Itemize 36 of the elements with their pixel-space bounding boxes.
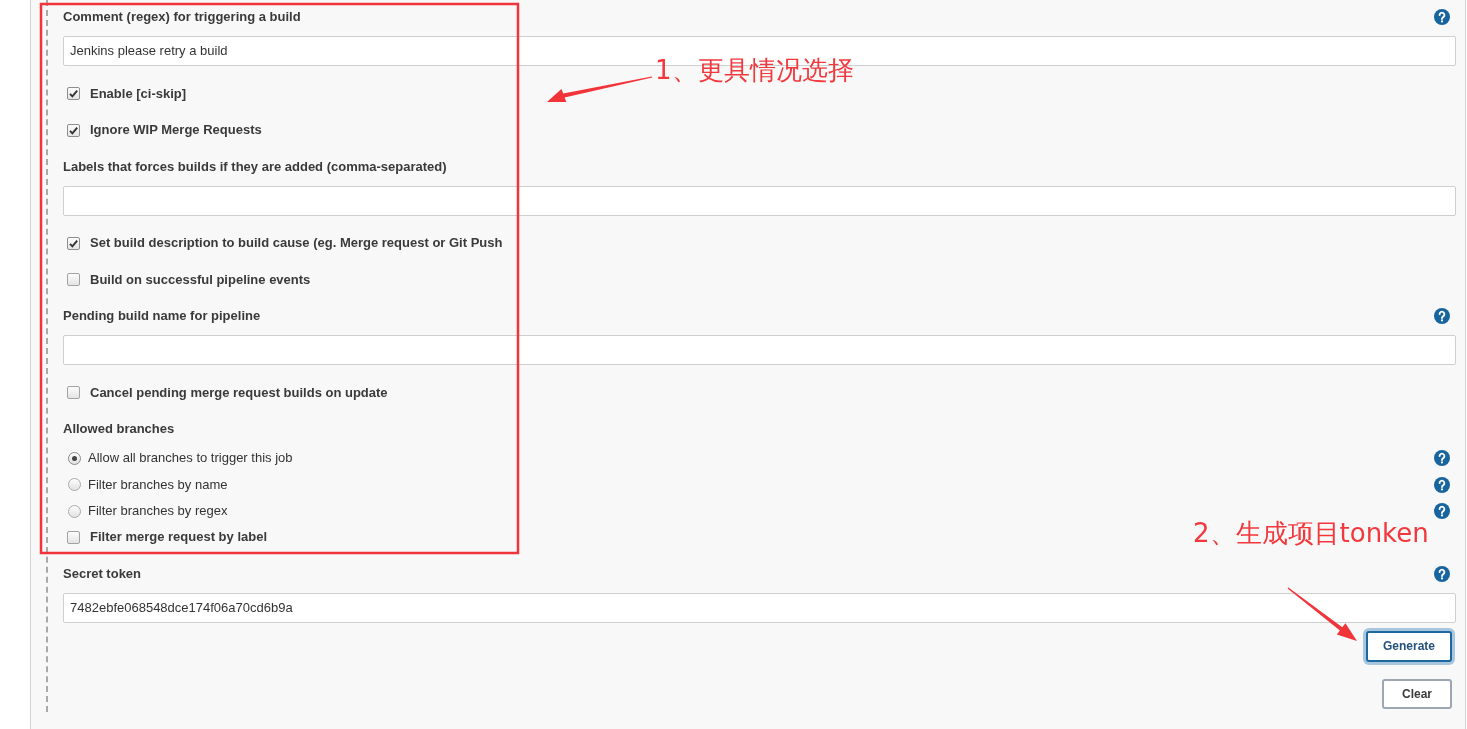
help-icon[interactable] bbox=[1434, 450, 1450, 466]
checkbox[interactable] bbox=[67, 530, 80, 544]
annotation-text: 2、生成项目tonken bbox=[1193, 519, 1429, 547]
text-field[interactable] bbox=[63, 185, 1456, 216]
help-icon[interactable] bbox=[1434, 308, 1450, 324]
help-icon[interactable] bbox=[1434, 9, 1450, 25]
checkbox[interactable] bbox=[67, 123, 80, 137]
field-label: Labels that forces builds if they are added (comma-separated) bbox=[63, 157, 447, 176]
checkbox-label: Set build description to build cause (eg. Merge request or Git Push bbox=[90, 234, 503, 252]
clear-button[interactable]: Clear bbox=[1382, 678, 1452, 709]
field-label: Secret token bbox=[63, 564, 142, 583]
section-label: Allowed branches bbox=[63, 420, 175, 438]
field-label: Pending build name for pipeline bbox=[63, 307, 261, 325]
radio-button[interactable] bbox=[68, 504, 81, 518]
checkbox[interactable] bbox=[67, 87, 80, 100]
text-field[interactable] bbox=[63, 335, 1456, 365]
checkbox-label: Build on successful pipeline events bbox=[90, 270, 311, 289]
radio-button[interactable] bbox=[68, 478, 81, 491]
help-icon[interactable] bbox=[1434, 503, 1450, 519]
radio-label: Allow all branches to trigger this job bbox=[88, 449, 293, 467]
checkbox-label: Filter merge request by label bbox=[90, 528, 267, 546]
checkbox[interactable] bbox=[67, 386, 80, 399]
checkbox[interactable] bbox=[67, 273, 80, 286]
help-icon[interactable] bbox=[1434, 476, 1450, 493]
arrow bbox=[1287, 587, 1357, 641]
radio-button[interactable] bbox=[68, 451, 81, 465]
checkbox[interactable] bbox=[67, 236, 80, 250]
help-icon[interactable] bbox=[1434, 565, 1450, 582]
checkbox-label: Ignore WIP Merge Requests bbox=[90, 121, 262, 139]
generate-button[interactable]: Generate bbox=[1366, 630, 1452, 662]
text-field[interactable]: 7482ebfe068548dce174f06a70cd6b9a bbox=[63, 592, 1456, 623]
field-label: Comment (regex) for triggering a build bbox=[63, 8, 301, 26]
checkbox-label: Cancel pending merge request builds on update bbox=[90, 383, 388, 402]
radio-label: Filter branches by regex bbox=[88, 502, 228, 520]
checkbox-label: Enable [ci-skip] bbox=[90, 84, 187, 103]
radio-label: Filter branches by name bbox=[88, 475, 228, 494]
